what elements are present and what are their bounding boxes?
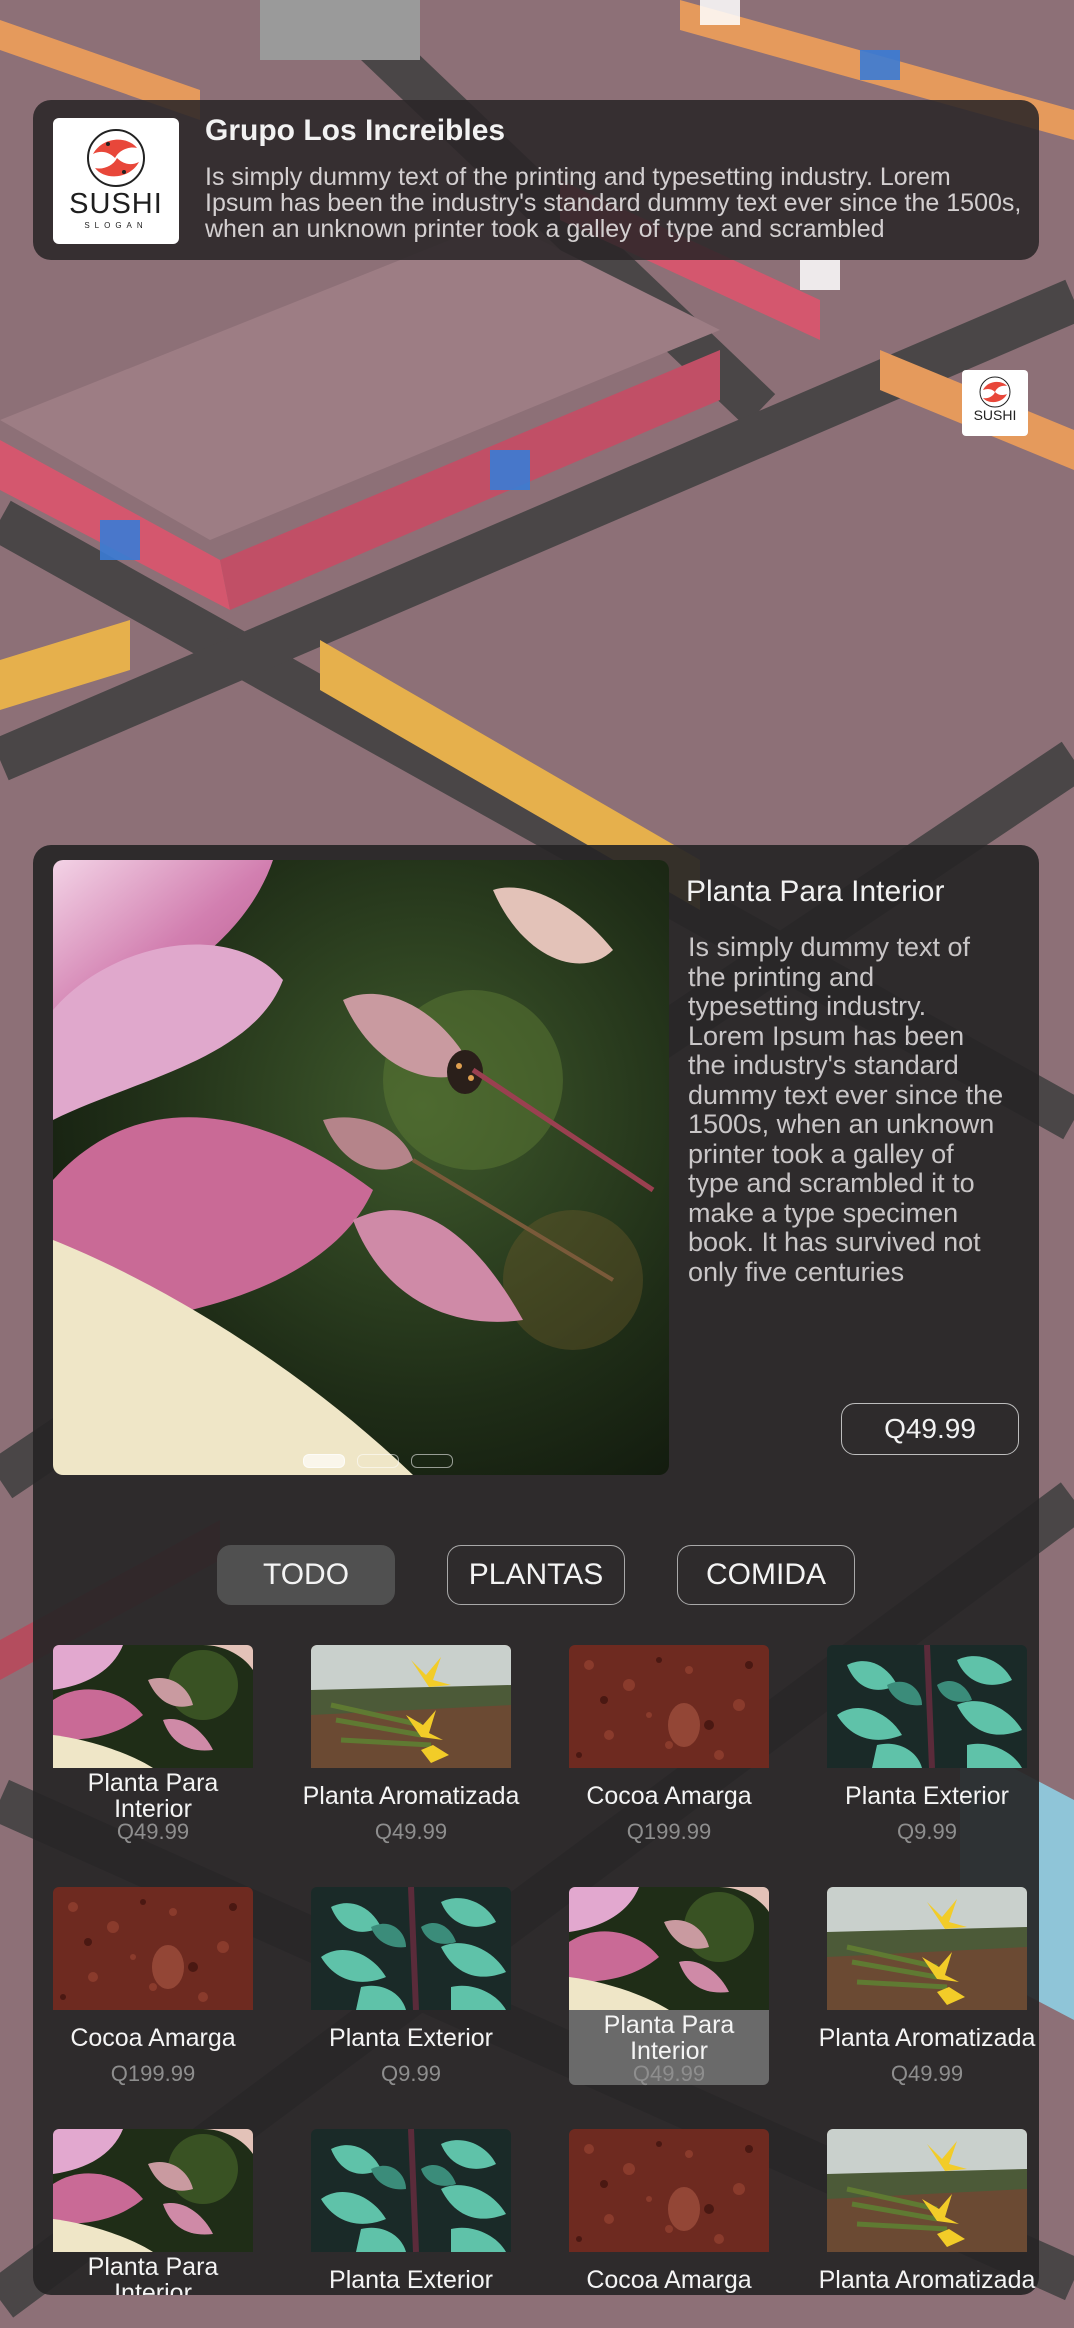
jade-vine-thumbnail xyxy=(311,1887,511,2010)
carousel-dot[interactable] xyxy=(303,1454,345,1468)
pink-flower-thumbnail xyxy=(53,1645,253,1768)
product-name: Planta Aromatizada xyxy=(818,2024,1036,2052)
product-name: Planta Exterior xyxy=(845,1782,1009,1810)
product-price: Q49.99 xyxy=(374,1819,448,1844)
filter-todo-button[interactable]: TODO xyxy=(217,1545,395,1605)
product-name: Planta Para Interior xyxy=(87,1769,219,1823)
cocoa-soil-thumbnail xyxy=(569,1645,769,1768)
pink-flower-photo xyxy=(53,860,669,1475)
product-name: Planta Aromatizada xyxy=(302,1782,520,1810)
product-card[interactable]: Planta Exterior xyxy=(311,2129,511,2295)
product-name: Cocoa Amarga xyxy=(586,1782,752,1810)
header-title: Grupo Los Increibles xyxy=(205,114,506,147)
product-card[interactable]: Planta Exterior Q9.99 xyxy=(827,1645,1027,1844)
product-price: Q199.99 xyxy=(110,2061,196,2086)
product-card[interactable]: Planta Para Interior Q49.99 xyxy=(569,1887,769,2086)
jade-vine-thumbnail xyxy=(311,2129,511,2252)
svg-text:SUSHI: SUSHI xyxy=(974,407,1017,423)
product-name: Cocoa Amarga xyxy=(70,2024,236,2052)
product-name: Planta Para Interior xyxy=(603,2011,735,2065)
product-card[interactable]: Planta Exterior Q9.99 xyxy=(311,1887,511,2086)
product-card[interactable]: Planta Aromatizada Q49.99 xyxy=(303,1645,519,1844)
product-card[interactable]: Planta Para Interior xyxy=(53,2129,253,2295)
category-filters: TODO PLANTAS COMIDA xyxy=(217,1545,855,1605)
cocoa-soil-thumbnail xyxy=(53,1887,253,2010)
product-card[interactable]: Cocoa Amarga Q199.99 xyxy=(53,1887,253,2086)
product-card[interactable]: Planta Aromatizada Q49.99 xyxy=(819,1887,1035,2086)
product-name: Planta Exterior xyxy=(329,2266,493,2294)
product-name: Planta Para Interior xyxy=(87,2253,219,2295)
carousel-dot[interactable] xyxy=(411,1454,453,1468)
pink-flower-thumbnail xyxy=(569,1887,769,2010)
product-price: Q49.99 xyxy=(116,1819,190,1844)
sushi-logo: SUSHI SLOGAN xyxy=(53,118,179,244)
featured-title: Planta Para Interior xyxy=(686,875,945,908)
jade-vine-thumbnail xyxy=(827,1645,1027,1768)
featured-product-image[interactable] xyxy=(53,860,669,1475)
carousel-indicators xyxy=(303,1454,453,1468)
product-price: Q9.99 xyxy=(381,2061,441,2086)
product-card[interactable]: Planta Aromatizada xyxy=(819,2129,1035,2295)
product-card[interactable]: Cocoa Amarga xyxy=(569,2129,769,2295)
product-panel: Planta Para Interior Is simply dummy tex… xyxy=(33,845,1039,2295)
yellow-flower-thumbnail xyxy=(827,1887,1027,2010)
carousel-dot[interactable] xyxy=(357,1454,399,1468)
pink-flower-thumbnail xyxy=(53,2129,253,2252)
product-name: Cocoa Amarga xyxy=(586,2266,752,2294)
logo-slogan: SLOGAN xyxy=(84,221,148,230)
product-price: Q199.99 xyxy=(626,1819,712,1844)
product-price: Q49.99 xyxy=(632,2061,706,2086)
floating-sushi-logo[interactable]: SUSHI xyxy=(962,370,1028,436)
featured-description: Is simply dummy text of the printing and… xyxy=(688,932,1004,1287)
yellow-flower-thumbnail xyxy=(827,2129,1027,2252)
filter-plantas-button[interactable]: PLANTAS xyxy=(447,1545,625,1605)
header-description: Is simply dummy text of the printing and… xyxy=(205,164,1022,243)
logo-text: SUSHI xyxy=(69,188,163,220)
header-card: SUSHI SLOGAN Grupo Los Increibles Is sim… xyxy=(33,100,1039,260)
product-name: Planta Aromatizada xyxy=(818,2266,1036,2294)
filter-comida-button[interactable]: COMIDA xyxy=(677,1545,855,1605)
product-card[interactable]: Cocoa Amarga Q199.99 xyxy=(569,1645,769,1844)
yellow-flower-thumbnail xyxy=(311,1645,511,1768)
product-price: Q9.99 xyxy=(897,1819,957,1844)
product-card[interactable]: Planta Para Interior Q49.99 xyxy=(53,1645,253,1844)
product-price: Q49.99 xyxy=(890,2061,964,2086)
koi-fish-icon: SUSHI xyxy=(974,376,1017,423)
product-name: Planta Exterior xyxy=(329,2024,493,2052)
cocoa-soil-thumbnail xyxy=(569,2129,769,2252)
price-button[interactable]: Q49.99 xyxy=(841,1403,1019,1455)
